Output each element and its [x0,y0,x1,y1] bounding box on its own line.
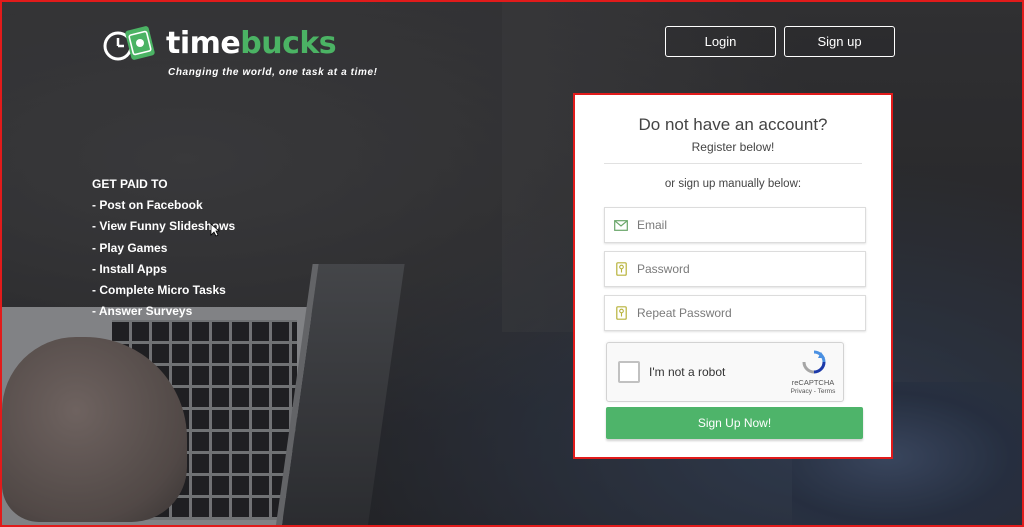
list-item: - Play Games [92,240,168,255]
register-subtitle: Register below! [691,140,775,154]
key-icon [605,252,637,286]
tagline: Changing the world, one task at a time! [168,67,378,78]
key-icon [605,296,637,330]
site-logo[interactable]: timebucks Changing the world, one task a… [102,20,382,80]
manual-signup-text: or sign up manually below: [664,178,802,190]
get-paid-heading: GET PAID TO [92,177,168,191]
email-input[interactable] [637,218,857,232]
list-item: - Post on Facebook [92,198,203,213]
recaptcha-logo-icon [802,350,826,374]
logo-word-time: time [166,26,241,61]
register-title: Do not have an account? [638,115,828,134]
repeat-password-field[interactable] [604,295,866,331]
list-item: - Install Apps [92,261,167,276]
clock-money-icon [103,26,155,61]
login-button[interactable]: Login [665,26,776,57]
get-paid-list: GET PAID TO - Post on Facebook - View Fu… [92,174,235,322]
recaptcha-widget: I'm not a robot reCAPTCHA Privacy - Term… [606,342,844,402]
envelope-icon [605,208,637,242]
logo-wordmark: timebucks [166,26,337,61]
recaptcha-brand: reCAPTCHA [791,378,835,387]
recaptcha-links[interactable]: Privacy - Terms [783,388,843,395]
email-field[interactable] [604,207,866,243]
logo-word-bucks: bucks [240,26,337,61]
password-input[interactable] [637,262,857,276]
repeat-password-input[interactable] [637,306,857,320]
register-card: Do not have an account? Register below! … [577,97,889,455]
mouse-cursor-icon [210,223,220,237]
page-background: timebucks Changing the world, one task a… [0,0,1024,527]
list-item: - Complete Micro Tasks [92,283,226,298]
sign-up-now-button[interactable]: Sign Up Now! [606,407,863,439]
password-field[interactable] [604,251,866,287]
divider [604,163,862,164]
recaptcha-checkbox[interactable] [618,361,640,383]
recaptcha-label: I'm not a robot [649,365,726,379]
signup-button[interactable]: Sign up [784,26,895,57]
list-item: - Answer Surveys [92,304,193,319]
